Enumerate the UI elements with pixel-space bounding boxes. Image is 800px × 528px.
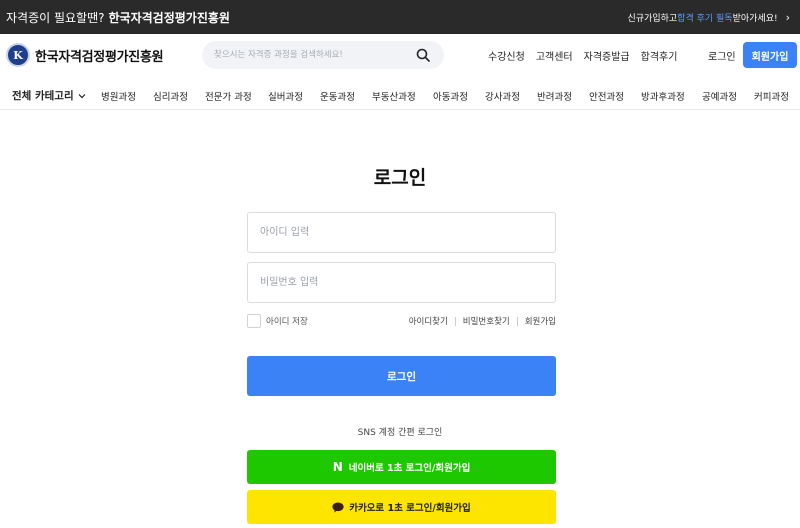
sns-login-title: SNS 계정 간편 로그인: [357, 428, 443, 438]
promo-link[interactable]: 신규가입하고 합격 후기 필독 받아가세요! ›: [627, 11, 790, 24]
header-login-link[interactable]: 로그인: [708, 48, 736, 63]
remember-id[interactable]: 아이디 저장: [247, 314, 308, 328]
category-item[interactable]: 안전과정: [589, 89, 624, 103]
search-icon[interactable]: [416, 48, 430, 62]
id-field: [247, 212, 556, 253]
id-input[interactable]: [248, 213, 555, 252]
all-categories-button[interactable]: 전체 카테고리: [12, 88, 86, 103]
kakao-login-label: 카카오로 1초 로그인/회원가입: [349, 503, 471, 514]
nav-course-register[interactable]: 수강신청: [488, 48, 525, 63]
find-password-link[interactable]: 비밀번호찾기: [463, 315, 510, 327]
category-item[interactable]: 반려과정: [537, 89, 572, 103]
site-header: K 한국자격검정평가진흥원 수강신청 고객센터 자격증발급 합격후기 로그인 회…: [0, 34, 800, 78]
category-item[interactable]: 전문가 과정: [205, 89, 252, 103]
nav-customer-center[interactable]: 고객센터: [536, 48, 573, 63]
password-input[interactable]: [248, 263, 555, 302]
chevron-down-icon: [78, 93, 86, 98]
kakao-talk-icon: [332, 502, 344, 513]
find-id-link[interactable]: 아이디찾기: [409, 315, 448, 327]
divider: [516, 316, 518, 326]
logo-emblem: K: [6, 43, 30, 67]
search-input[interactable]: [214, 41, 404, 69]
promo-suffix: 받아가세요!: [732, 14, 778, 24]
chevron-right-icon: ›: [785, 11, 790, 24]
header-join-button[interactable]: 회원가입: [743, 42, 797, 68]
top-banner: 자격증이 필요할땐? 한국자격검정평가진흥원 신규가입하고 합격 후기 필독 받아…: [0, 0, 800, 34]
nav-certificate-issue[interactable]: 자격증발급: [584, 48, 630, 63]
naver-icon: N: [332, 460, 343, 474]
kakao-login-button[interactable]: 카카오로 1초 로그인/회원가입: [247, 490, 556, 524]
category-item[interactable]: 병원과정: [101, 89, 136, 103]
all-categories-label: 전체 카테고리: [12, 90, 74, 102]
signup-link[interactable]: 회원가입: [525, 315, 556, 327]
logo-name: 한국자격검정평가진흥원: [35, 49, 164, 65]
promo-highlight: 합격 후기 필독: [677, 14, 733, 24]
category-item[interactable]: 아동과정: [433, 89, 468, 103]
divider: [454, 316, 456, 326]
naver-login-label: 네이버로 1초 로그인/회원가입: [348, 463, 471, 474]
password-field: [247, 262, 556, 303]
category-item[interactable]: 실버과정: [268, 89, 303, 103]
remember-id-label: 아이디 저장: [266, 317, 308, 327]
header-nav: 수강신청 고객센터 자격증발급 합격후기: [488, 48, 688, 63]
account-links: 아이디찾기 비밀번호찾기 회원가입: [409, 315, 556, 327]
category-item[interactable]: 방과후과정: [641, 89, 685, 103]
page-title: 로그인: [373, 167, 427, 189]
category-item[interactable]: 커피과정: [754, 89, 789, 103]
category-item[interactable]: 공예과정: [702, 89, 737, 103]
banner-brand: 한국자격검정평가진흥원: [108, 11, 230, 25]
banner-question: 자격증이 필요할땐?: [6, 11, 105, 25]
category-item[interactable]: 강사과정: [485, 89, 520, 103]
site-logo[interactable]: K 한국자격검정평가진흥원: [6, 43, 164, 67]
logo-letter: K: [13, 48, 23, 62]
banner-text: 자격증이 필요할땐? 한국자격검정평가진흥원: [6, 9, 230, 26]
category-item[interactable]: 부동산과정: [372, 89, 416, 103]
category-nav: 전체 카테고리 병원과정 심리과정 전문가 과정 실버과정 운동과정 부동산과정…: [0, 78, 800, 110]
category-item[interactable]: 심리과정: [153, 89, 188, 103]
login-button[interactable]: 로그인: [247, 356, 556, 396]
nav-reviews[interactable]: 합격후기: [641, 48, 678, 63]
category-item[interactable]: 운동과정: [320, 89, 355, 103]
naver-login-button[interactable]: N 네이버로 1초 로그인/회원가입: [247, 450, 556, 484]
search-bar: [202, 41, 444, 69]
promo-prefix: 신규가입하고: [627, 14, 678, 24]
remember-id-checkbox[interactable]: [247, 314, 261, 328]
